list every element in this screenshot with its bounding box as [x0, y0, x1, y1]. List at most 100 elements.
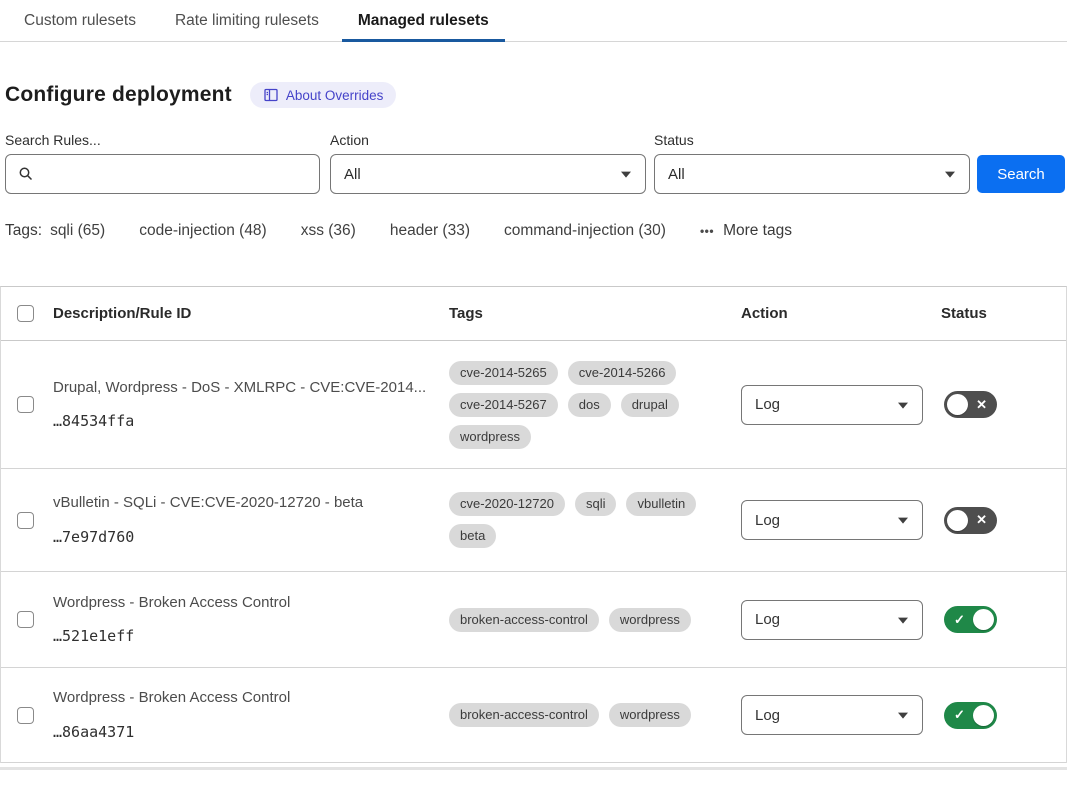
more-tags-button[interactable]: ••• More tags [700, 222, 792, 240]
rule-action-value: Log [755, 512, 780, 529]
rule-description: Drupal, Wordpress - DoS - XMLRPC - CVE:C… [53, 379, 449, 396]
toggle-knob [947, 510, 968, 531]
about-overrides-label: About Overrides [286, 88, 384, 103]
column-header-action: Action [741, 305, 941, 322]
rules-table: Description/Rule ID Tags Action Status D… [0, 286, 1067, 763]
filter-bar: Search Rules... Action All Status [5, 132, 1067, 194]
tag-pill: sqli [575, 492, 617, 516]
status-filter-select[interactable]: All [654, 154, 970, 194]
tags-bar-label: Tags: [5, 222, 42, 240]
toggle-knob [947, 394, 968, 415]
status-filter-label: Status [654, 132, 970, 148]
status-toggle[interactable]: ✓ ✕ [944, 606, 997, 633]
check-icon: ✓ [954, 708, 965, 721]
row-checkbox[interactable] [17, 611, 34, 628]
search-rules-input[interactable] [5, 154, 320, 194]
tag-pill: cve-2014-5265 [449, 361, 558, 385]
rule-id: …84534ffa [53, 412, 449, 430]
about-overrides-button[interactable]: About Overrides [250, 82, 397, 108]
tab-managed-rulesets[interactable]: Managed rulesets [342, 0, 505, 42]
tag-pill: beta [449, 524, 496, 548]
x-icon: ✕ [976, 513, 987, 526]
row-checkbox[interactable] [17, 396, 34, 413]
tag-pill: cve-2020-12720 [449, 492, 565, 516]
row-checkbox[interactable] [17, 512, 34, 529]
tag-filter-xss[interactable]: xss (36) [301, 222, 356, 240]
tag-pill: wordpress [609, 608, 691, 632]
tag-pill: cve-2014-5267 [449, 393, 558, 417]
rule-tags: broken-access-control wordpress [449, 608, 741, 632]
tag-pill: broken-access-control [449, 703, 599, 727]
page-title: Configure deployment [5, 83, 232, 107]
toggle-knob [973, 705, 994, 726]
rule-description: Wordpress - Broken Access Control [53, 689, 449, 706]
ruleset-tabs: Custom rulesets Rate limiting rulesets M… [0, 0, 1067, 42]
rule-action-value: Log [755, 611, 780, 628]
tags-bar: Tags: sqli (65) code-injection (48) xss … [5, 222, 1067, 240]
more-tags-label: More tags [723, 222, 792, 240]
tag-pill: vbulletin [626, 492, 696, 516]
rule-action-value: Log [755, 707, 780, 724]
status-toggle[interactable]: ✓ ✕ [944, 702, 997, 729]
search-rules-field: Search Rules... [5, 132, 320, 194]
chevron-down-icon [898, 713, 908, 719]
tab-rate-limiting-rulesets[interactable]: Rate limiting rulesets [159, 0, 335, 42]
search-rules-label: Search Rules... [5, 132, 320, 148]
rule-action-select[interactable]: Log [741, 600, 923, 640]
chevron-down-icon [621, 172, 631, 178]
column-header-description: Description/Rule ID [53, 305, 449, 322]
action-filter-label: Action [330, 132, 646, 148]
action-filter-select[interactable]: All [330, 154, 646, 194]
rule-description: Wordpress - Broken Access Control [53, 594, 449, 611]
check-icon: ✓ [954, 613, 965, 626]
tag-pill: drupal [621, 393, 679, 417]
table-row: Wordpress - Broken Access Control …521e1… [1, 572, 1066, 668]
rule-action-select[interactable]: Log [741, 385, 923, 425]
search-button[interactable]: Search [977, 155, 1065, 193]
select-all-checkbox[interactable] [17, 305, 34, 322]
chevron-down-icon [945, 172, 955, 178]
tag-filter-command-injection[interactable]: command-injection (30) [504, 222, 666, 240]
column-header-tags: Tags [449, 305, 741, 322]
rule-id: …521e1eff [53, 627, 449, 645]
tab-custom-rulesets[interactable]: Custom rulesets [8, 0, 152, 42]
rule-tags: cve-2014-5265 cve-2014-5266 cve-2014-5267 d… [449, 361, 741, 449]
tag-pill: wordpress [449, 425, 531, 449]
rule-id: …86aa4371 [53, 723, 449, 741]
toggle-knob [973, 609, 994, 630]
table-header-row: Description/Rule ID Tags Action Status [1, 287, 1066, 341]
chevron-down-icon [898, 518, 908, 524]
rule-description: vBulletin - SQLi - CVE:CVE-2020-12720 - … [53, 494, 449, 511]
table-body: Drupal, Wordpress - DoS - XMLRPC - CVE:C… [1, 341, 1066, 763]
status-toggle[interactable]: ✓ ✕ [944, 507, 997, 534]
rule-action-value: Log [755, 396, 780, 413]
tag-filter-code-injection[interactable]: code-injection (48) [139, 222, 267, 240]
page-header: Configure deployment About Overrides [5, 82, 1067, 108]
rule-tags: cve-2020-12720 sqli vbulletin beta [449, 492, 741, 548]
rule-action-select[interactable]: Log [741, 695, 923, 735]
chevron-down-icon [898, 617, 908, 623]
rule-tags: broken-access-control wordpress [449, 703, 741, 727]
row-checkbox[interactable] [17, 707, 34, 724]
book-icon [263, 87, 279, 103]
rule-action-select[interactable]: Log [741, 500, 923, 540]
status-toggle[interactable]: ✓ ✕ [944, 391, 997, 418]
tag-pill: cve-2014-5266 [568, 361, 677, 385]
managed-rulesets-page: Custom rulesets Rate limiting rulesets M… [0, 0, 1067, 770]
table-row: Wordpress - Broken Access Control …86aa4… [1, 668, 1066, 763]
chevron-down-icon [898, 402, 908, 408]
ellipsis-icon: ••• [700, 225, 714, 237]
tag-filter-sqli[interactable]: sqli (65) [50, 222, 105, 240]
x-icon: ✕ [976, 398, 987, 411]
status-filter-field: Status All [654, 132, 970, 194]
action-filter-value: All [344, 166, 361, 183]
tag-pill: wordpress [609, 703, 691, 727]
tag-pill: dos [568, 393, 611, 417]
next-section-edge [0, 767, 1067, 770]
column-header-status: Status [941, 305, 1066, 322]
rule-id: …7e97d760 [53, 528, 449, 546]
table-row: Drupal, Wordpress - DoS - XMLRPC - CVE:C… [1, 341, 1066, 469]
action-filter-field: Action All [330, 132, 646, 194]
tag-pill: broken-access-control [449, 608, 599, 632]
tag-filter-header[interactable]: header (33) [390, 222, 470, 240]
